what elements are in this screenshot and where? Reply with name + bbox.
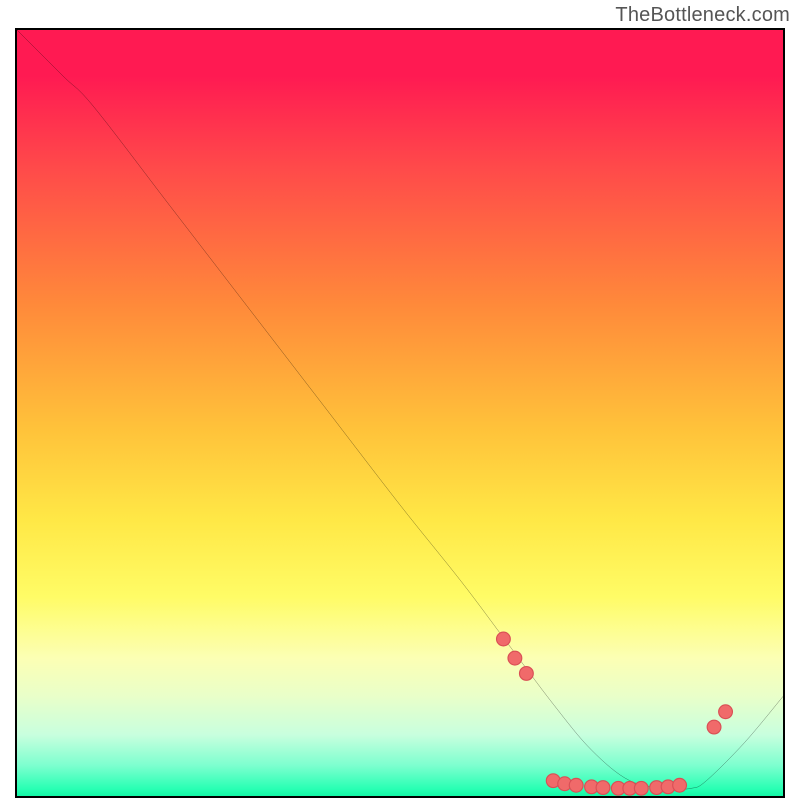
highlight-marker: [519, 667, 533, 681]
chart-svg: [17, 30, 783, 796]
highlight-marker: [707, 720, 721, 734]
highlight-marker: [508, 651, 522, 665]
highlight-marker: [634, 781, 648, 795]
highlight-marker: [596, 781, 610, 795]
highlight-marker: [719, 705, 733, 719]
highlight-marker: [497, 632, 511, 646]
highlight-marker: [673, 778, 687, 792]
highlight-marker: [569, 778, 583, 792]
bottleneck-curve-path: [17, 30, 783, 789]
chart-plot-area: [15, 28, 785, 798]
attribution-text: TheBottleneck.com: [615, 4, 790, 27]
